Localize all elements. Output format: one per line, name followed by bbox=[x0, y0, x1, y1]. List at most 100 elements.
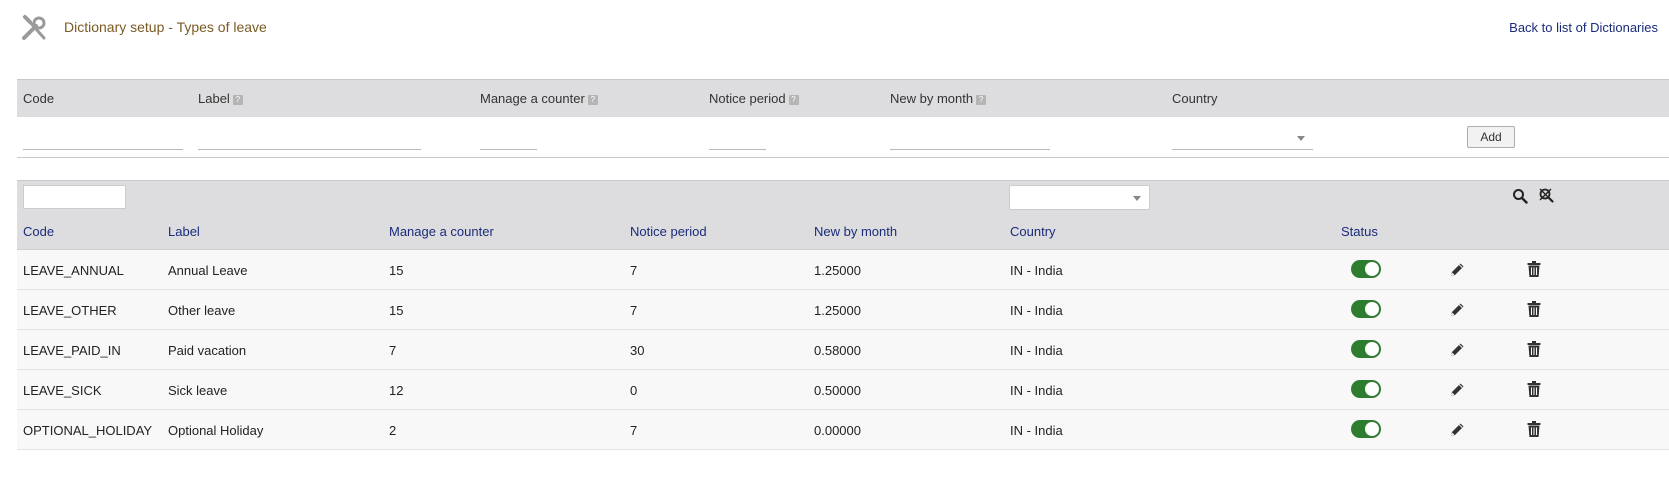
cell-new-by-month: 1.25000 bbox=[814, 263, 861, 278]
clear-search-icon[interactable] bbox=[1538, 187, 1554, 204]
cell-manage-counter: 2 bbox=[389, 423, 397, 438]
form-col-notice-period-text: Notice period bbox=[709, 91, 786, 106]
cell-manage-counter: 15 bbox=[389, 263, 404, 278]
edit-icon[interactable] bbox=[1449, 421, 1466, 438]
toggle-knob bbox=[1365, 342, 1379, 356]
cell-country: IN - India bbox=[1010, 343, 1063, 358]
cell-code: LEAVE_OTHER bbox=[23, 303, 117, 318]
cell-new-by-month: 0.58000 bbox=[814, 343, 861, 358]
tools-icon bbox=[22, 15, 46, 40]
form-col-label: Label? bbox=[198, 91, 243, 106]
cell-manage-counter: 12 bbox=[389, 383, 404, 398]
form-col-code-label: Code bbox=[23, 91, 55, 106]
back-to-dictionaries-link[interactable]: Back to list of Dictionaries bbox=[1509, 20, 1658, 35]
label-input[interactable] bbox=[198, 137, 421, 150]
status-toggle[interactable] bbox=[1351, 380, 1381, 398]
page-header: Dictionary setup - Types of leave Back t… bbox=[18, 12, 1658, 44]
cell-notice-period: 0 bbox=[630, 383, 638, 398]
cell-manage-counter: 15 bbox=[389, 303, 404, 318]
edit-icon[interactable] bbox=[1449, 341, 1466, 358]
search-icon[interactable] bbox=[1512, 188, 1528, 204]
notice-period-input[interactable] bbox=[709, 137, 766, 150]
cell-label: Other leave bbox=[168, 303, 236, 318]
form-col-manage-counter: Manage a counter? bbox=[480, 91, 598, 106]
filter-row bbox=[17, 180, 1669, 214]
cell-code: LEAVE_PAID_IN bbox=[23, 343, 121, 358]
cell-notice-period: 7 bbox=[630, 423, 638, 438]
toggle-knob bbox=[1365, 422, 1379, 436]
leave-types-list: Code Label Manage a counter Notice perio… bbox=[17, 180, 1669, 450]
code-filter-input[interactable] bbox=[23, 185, 126, 209]
cell-label: Sick leave bbox=[168, 383, 228, 398]
cell-new-by-month: 0.00000 bbox=[814, 423, 861, 438]
table-header: Code Label Manage a counter Notice perio… bbox=[17, 214, 1669, 250]
toggle-knob bbox=[1365, 302, 1379, 316]
cell-notice-period: 30 bbox=[630, 343, 645, 358]
country-select[interactable] bbox=[1172, 130, 1313, 150]
table-body: LEAVE_ANNUAL Annual Leave 15 7 1.25000 I… bbox=[17, 250, 1669, 450]
trash-icon[interactable] bbox=[1527, 421, 1541, 437]
code-input[interactable] bbox=[23, 137, 183, 150]
table-row: OPTIONAL_HOLIDAY Optional Holiday 2 7 0.… bbox=[17, 410, 1669, 450]
add-entry-form: Code Label? Manage a counter? Notice per… bbox=[17, 79, 1669, 158]
cell-country: IN - India bbox=[1010, 383, 1063, 398]
form-col-new-by-month-text: New by month bbox=[890, 91, 974, 106]
chevron-down-icon bbox=[1297, 136, 1305, 141]
cell-code: LEAVE_ANNUAL bbox=[23, 263, 124, 278]
col-header-country[interactable]: Country bbox=[1010, 224, 1056, 239]
new-by-month-input[interactable] bbox=[890, 137, 1050, 150]
cell-code: OPTIONAL_HOLIDAY bbox=[23, 423, 153, 438]
cell-notice-period: 7 bbox=[630, 263, 638, 278]
trash-icon[interactable] bbox=[1527, 261, 1541, 277]
col-header-label[interactable]: Label bbox=[168, 224, 200, 239]
edit-icon[interactable] bbox=[1449, 261, 1466, 278]
form-input-row: Add bbox=[17, 117, 1669, 158]
status-toggle[interactable] bbox=[1351, 300, 1381, 318]
page-title: Dictionary setup - Types of leave bbox=[64, 19, 267, 35]
status-toggle[interactable] bbox=[1351, 340, 1381, 358]
edit-icon[interactable] bbox=[1449, 301, 1466, 318]
chevron-down-icon bbox=[1133, 196, 1141, 201]
cell-country: IN - India bbox=[1010, 263, 1063, 278]
table-row: LEAVE_PAID_IN Paid vacation 7 30 0.58000… bbox=[17, 330, 1669, 370]
help-icon[interactable]: ? bbox=[788, 94, 799, 105]
trash-icon[interactable] bbox=[1527, 341, 1541, 357]
col-header-status[interactable]: Status bbox=[1341, 224, 1378, 239]
table-row: LEAVE_SICK Sick leave 12 0 0.50000 IN - … bbox=[17, 370, 1669, 410]
trash-icon[interactable] bbox=[1527, 381, 1541, 397]
toggle-knob bbox=[1365, 382, 1379, 396]
help-icon[interactable]: ? bbox=[587, 94, 598, 105]
country-filter-select[interactable] bbox=[1009, 185, 1150, 210]
col-header-manage-counter[interactable]: Manage a counter bbox=[389, 224, 494, 239]
form-col-notice-period: Notice period? bbox=[709, 91, 799, 106]
cell-new-by-month: 1.25000 bbox=[814, 303, 861, 318]
toggle-knob bbox=[1365, 262, 1379, 276]
help-icon[interactable]: ? bbox=[232, 94, 243, 105]
status-toggle[interactable] bbox=[1351, 260, 1381, 278]
cell-country: IN - India bbox=[1010, 423, 1063, 438]
manage-counter-input[interactable] bbox=[480, 137, 537, 150]
form-col-code: Code bbox=[23, 91, 54, 106]
trash-icon[interactable] bbox=[1527, 301, 1541, 317]
col-header-new-by-month[interactable]: New by month bbox=[814, 224, 897, 239]
help-icon[interactable]: ? bbox=[976, 94, 987, 105]
form-col-country: Country bbox=[1172, 91, 1218, 106]
edit-icon[interactable] bbox=[1449, 381, 1466, 398]
cell-manage-counter: 7 bbox=[389, 343, 397, 358]
cell-code: LEAVE_SICK bbox=[23, 383, 102, 398]
cell-country: IN - India bbox=[1010, 303, 1063, 318]
col-header-notice-period[interactable]: Notice period bbox=[630, 224, 707, 239]
cell-notice-period: 7 bbox=[630, 303, 638, 318]
form-header-row: Code Label? Manage a counter? Notice per… bbox=[17, 79, 1669, 117]
table-row: LEAVE_ANNUAL Annual Leave 15 7 1.25000 I… bbox=[17, 250, 1669, 290]
table-row: LEAVE_OTHER Other leave 15 7 1.25000 IN … bbox=[17, 290, 1669, 330]
form-col-label-text: Label bbox=[198, 91, 230, 106]
form-col-new-by-month: New by month? bbox=[890, 91, 987, 106]
cell-label: Paid vacation bbox=[168, 343, 247, 358]
cell-label: Annual Leave bbox=[168, 263, 248, 278]
col-header-code[interactable]: Code bbox=[23, 224, 54, 239]
cell-new-by-month: 0.50000 bbox=[814, 383, 861, 398]
add-button[interactable]: Add bbox=[1467, 126, 1515, 148]
cell-label: Optional Holiday bbox=[168, 423, 264, 438]
status-toggle[interactable] bbox=[1351, 420, 1381, 438]
